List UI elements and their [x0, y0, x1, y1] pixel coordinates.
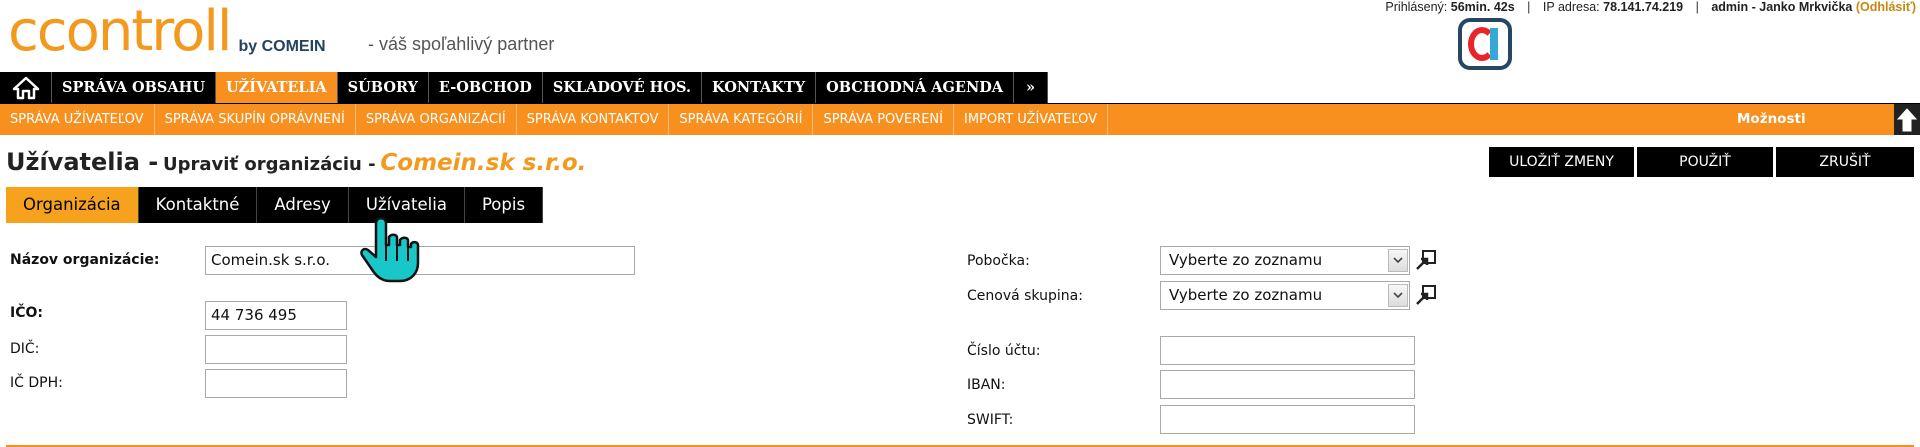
cancel-button[interactable]: ZRUŠIŤ — [1776, 147, 1914, 177]
logout-link[interactable]: (Odhlásiť) — [1856, 0, 1916, 14]
title-section: Užívatelia - — [6, 148, 159, 176]
icdph-input[interactable] — [205, 369, 347, 398]
options-menu[interactable]: Možnosti — [1737, 104, 1806, 135]
main-nav: SPRÁVA OBSAHU UŽÍVATELIA SÚBORY E-OBCHOD… — [0, 72, 1049, 103]
ico-label: IČO: — [10, 305, 43, 321]
hand-cursor-icon — [360, 216, 420, 283]
nav-item-e-obchod[interactable]: E-OBCHOD — [429, 72, 543, 103]
ip-value: 78.141.74.219 — [1603, 0, 1684, 14]
subnav-item-sprava-organizacii[interactable]: SPRÁVA ORGANIZÁCIÍ — [356, 104, 517, 135]
chevron-down-icon — [1388, 249, 1408, 272]
subnav-item-sprava-skupin[interactable]: SPRÁVA SKUPÍN OPRÁVNENÍ — [155, 104, 356, 135]
ip-label: IP adresa: — [1542, 0, 1600, 14]
logged-time: 56min. 42s — [1450, 0, 1515, 14]
tab-popis[interactable]: Popis — [464, 187, 544, 223]
save-changes-button[interactable]: ULOŽIŤ ZMENY — [1489, 147, 1634, 177]
logo-by: by COMEIN — [238, 38, 326, 55]
nav-item-skladove-hos[interactable]: SKLADOVÉ HOS. — [543, 72, 703, 103]
sub-nav: SPRÁVA UŽÍVATEĽOV SPRÁVA SKUPÍN OPRÁVNEN… — [0, 104, 1920, 135]
dic-label: DIČ: — [10, 341, 40, 357]
icdph-label: IČ DPH: — [10, 375, 63, 391]
ci-logo-icon — [1458, 18, 1512, 70]
open-external-icon[interactable] — [1414, 283, 1438, 307]
tab-organizacia[interactable]: Organizácia — [6, 187, 139, 223]
subnav-item-sprava-kontaktov[interactable]: SPRÁVA KONTAKTOV — [517, 104, 670, 135]
chevron-down-icon — [1388, 284, 1408, 307]
subnav-item-sprava-kategorii[interactable]: SPRÁVA KATEGÓRIÍ — [669, 104, 814, 135]
org-name-label: Názov organizácie: — [10, 252, 160, 268]
price-group-select[interactable]: Vyberte zo zoznamu — [1160, 281, 1410, 310]
app-logo[interactable]: ccontroll by COMEIN — [8, 0, 326, 64]
title-entity: Comein.sk s.r.o. — [380, 150, 587, 176]
nav-more-button[interactable]: » — [1014, 72, 1049, 103]
user-name: admin - Janko Mrkvička — [1711, 0, 1853, 14]
price-group-label: Cenová skupina: — [967, 288, 1083, 304]
nav-item-kontakty[interactable]: KONTAKTY — [702, 72, 817, 103]
branch-select-value: Vyberte zo zoznamu — [1169, 251, 1323, 269]
nav-item-subory[interactable]: SÚBORY — [338, 72, 429, 103]
account-label: Číslo účtu: — [967, 343, 1041, 359]
slogan: - váš spoľahlivý partner — [368, 34, 555, 54]
dic-input[interactable] — [205, 335, 347, 364]
account-input[interactable] — [1160, 336, 1415, 365]
ico-input[interactable]: 44 736 495 — [205, 301, 347, 330]
open-external-icon[interactable] — [1414, 248, 1438, 272]
user-info: Prihlásený: 56min. 42s | IP adresa: 78.1… — [1385, 0, 1916, 14]
branch-label: Pobočka: — [967, 253, 1030, 269]
iban-label: IBAN: — [967, 377, 1006, 393]
subnav-item-sprava-povereni[interactable]: SPRÁVA POVERENÍ — [813, 104, 954, 135]
nav-item-obchodna-agenda[interactable]: OBCHODNÁ AGENDA — [816, 72, 1015, 103]
page-title: Užívatelia - Upraviť organizáciu - Comei… — [6, 148, 586, 176]
subnav-item-import-uzivatelov[interactable]: IMPORT UŽÍVATEĽOV — [954, 104, 1109, 135]
home-icon[interactable] — [0, 72, 52, 103]
logged-label: Prihlásený: — [1385, 0, 1448, 14]
nav-item-uzivatelia[interactable]: UŽÍVATELIA — [216, 72, 338, 103]
scroll-up-icon[interactable] — [1894, 104, 1920, 135]
swift-input[interactable] — [1160, 405, 1415, 434]
price-group-select-value: Vyberte zo zoznamu — [1169, 286, 1323, 304]
nav-item-sprava-obsahu[interactable]: SPRÁVA OBSAHU — [52, 72, 216, 103]
tab-kontaktne[interactable]: Kontaktné — [138, 187, 258, 223]
action-buttons: ULOŽIŤ ZMENY POUŽIŤ ZRUŠIŤ — [1489, 147, 1914, 177]
swift-label: SWIFT: — [967, 412, 1014, 428]
tab-bar: Organizácia Kontaktné Adresy Užívatelia … — [6, 187, 544, 223]
apply-button[interactable]: POUŽIŤ — [1637, 147, 1773, 177]
branch-select[interactable]: Vyberte zo zoznamu — [1160, 246, 1410, 275]
subnav-item-sprava-uzivatelov[interactable]: SPRÁVA UŽÍVATEĽOV — [0, 104, 155, 135]
tab-adresy[interactable]: Adresy — [257, 187, 349, 223]
logo-text: ccontroll — [8, 0, 232, 64]
iban-input[interactable] — [1160, 370, 1415, 399]
title-action: Upraviť organizáciu - — [163, 154, 376, 175]
